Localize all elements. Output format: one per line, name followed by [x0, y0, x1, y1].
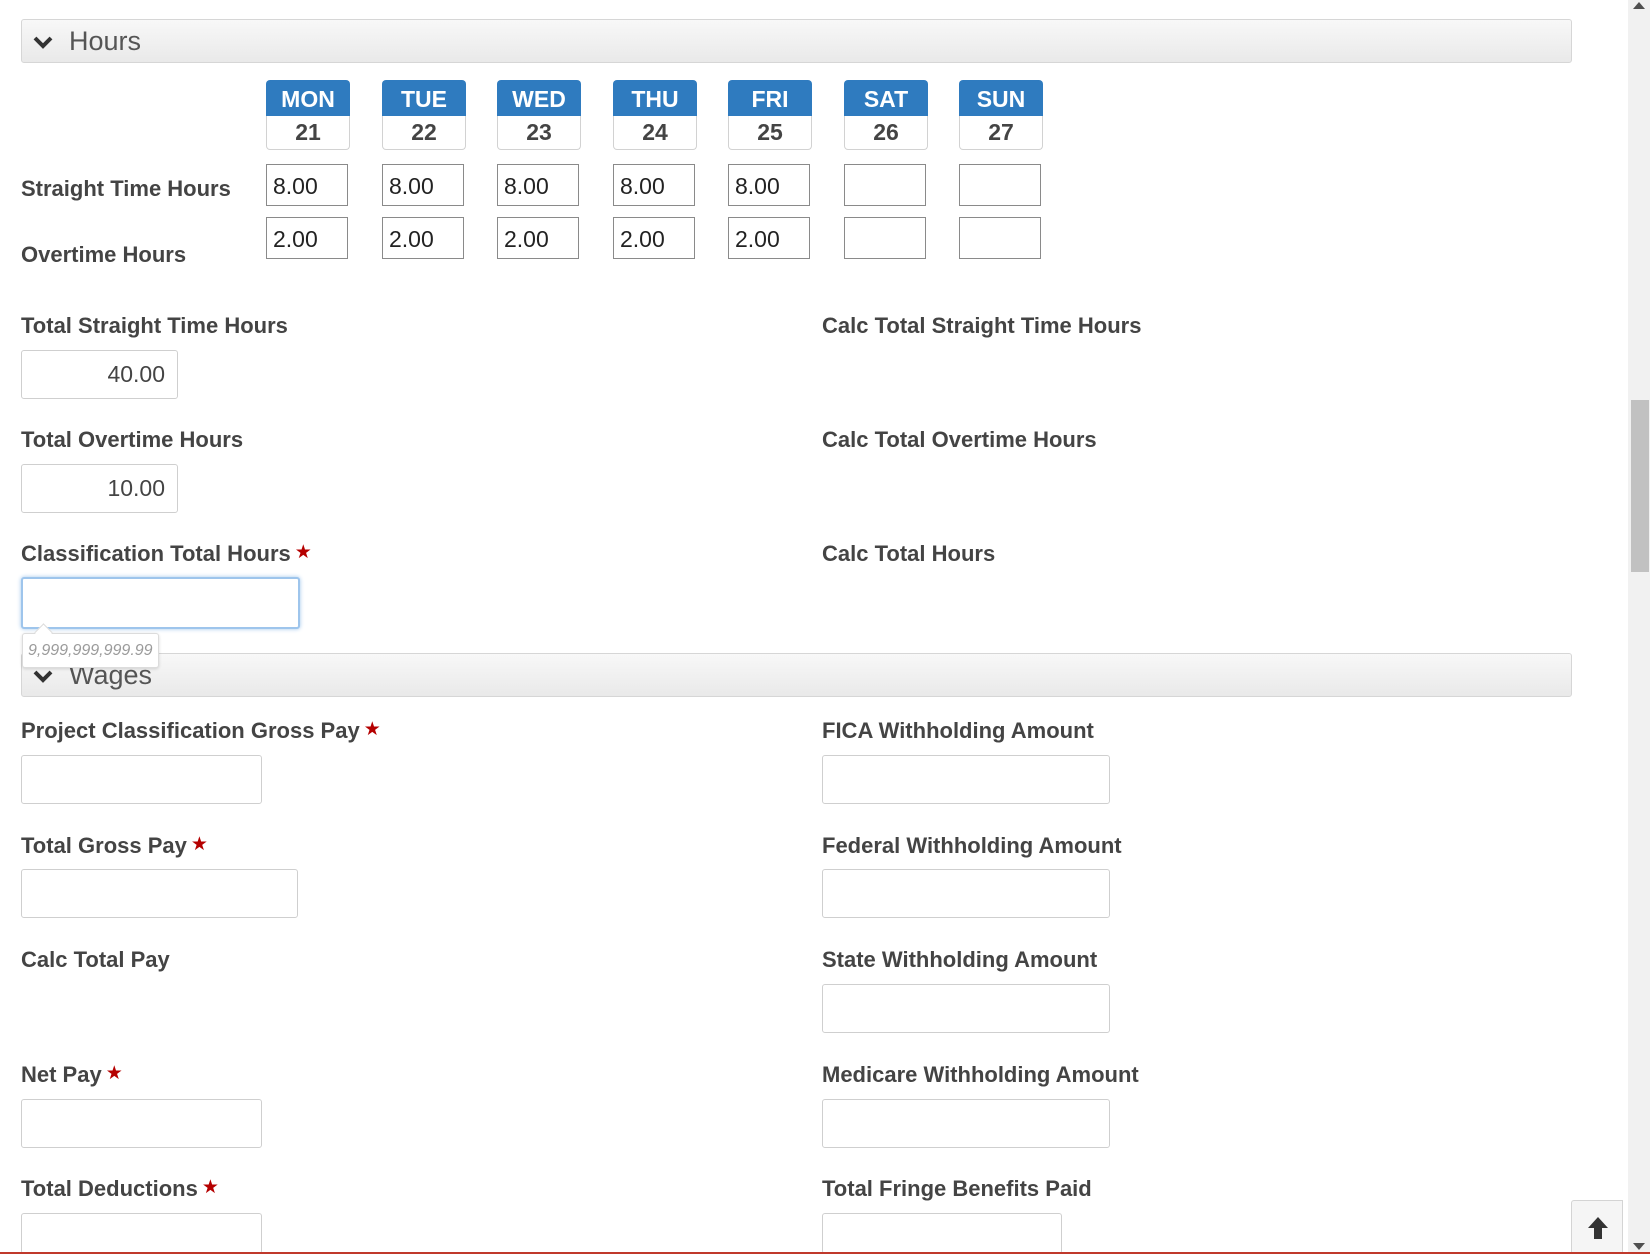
total-deductions-input[interactable]: [21, 1213, 262, 1254]
scroll-down-arrow-icon[interactable]: [1633, 1243, 1645, 1250]
calc-total-overtime-hours-label: Calc Total Overtime Hours: [822, 427, 1097, 452]
calc-total-straight-time-hours-label: Calc Total Straight Time Hours: [822, 313, 1142, 338]
total-straight-time-hours-label: Total Straight Time Hours: [21, 313, 288, 338]
day-name: SAT: [844, 80, 928, 116]
overtime-hours-thu-input[interactable]: 2.00: [613, 217, 695, 259]
required-star-icon: ★: [363, 719, 381, 740]
classification-total-hours-text: Classification Total Hours: [21, 541, 291, 566]
overtime-hours-label: Overtime Hours: [21, 242, 187, 267]
federal-withholding-amount-label: Federal Withholding Amount: [822, 833, 1122, 858]
total-overtime-hours-field[interactable]: 10.00: [21, 464, 178, 513]
day-name: FRI: [728, 80, 812, 116]
total-gross-pay-label: Total Gross Pay ★: [21, 833, 208, 859]
total-overtime-hours-label: Total Overtime Hours: [21, 427, 244, 452]
day-date: 26: [844, 116, 928, 150]
overtime-hours-sun-input[interactable]: [959, 217, 1041, 259]
state-withholding-amount-label: State Withholding Amount: [822, 947, 1098, 972]
net-pay-text: Net Pay: [21, 1062, 102, 1087]
required-star-icon: ★: [105, 1063, 123, 1084]
straight-hours-sat-input[interactable]: [844, 164, 926, 206]
straight-hours-wed-input[interactable]: 8.00: [497, 164, 579, 206]
hours-section-title: Hours: [69, 26, 142, 56]
format-hint-tooltip: 9,999,999,999.99: [22, 633, 159, 668]
required-star-icon: ★: [190, 834, 208, 855]
scroll-up-arrow-icon[interactable]: [1633, 2, 1645, 9]
medicare-withholding-amount-input[interactable]: [822, 1099, 1110, 1148]
day-name: THU: [613, 80, 697, 116]
chevron-down-icon: [33, 670, 53, 683]
total-gross-pay-text: Total Gross Pay: [21, 833, 187, 858]
straight-hours-sun-input[interactable]: [959, 164, 1041, 206]
arrow-up-icon: [1588, 1217, 1608, 1239]
day-header-wed: WED 23: [497, 80, 581, 150]
state-withholding-amount-input[interactable]: [822, 984, 1110, 1033]
total-fringe-benefits-paid-input[interactable]: [822, 1213, 1062, 1254]
overtime-hours-fri-input[interactable]: 2.00: [728, 217, 810, 259]
day-date: 27: [959, 116, 1043, 150]
chevron-down-icon: [33, 36, 53, 49]
net-pay-input[interactable]: [21, 1099, 262, 1148]
calc-total-pay-label: Calc Total Pay: [21, 947, 170, 972]
classification-total-hours-label: Classification Total Hours ★: [21, 541, 312, 567]
day-name: MON: [266, 80, 350, 116]
fica-withholding-amount-label: FICA Withholding Amount: [822, 718, 1094, 743]
fica-withholding-amount-input[interactable]: [822, 755, 1110, 804]
calc-total-hours-label: Calc Total Hours: [822, 541, 996, 566]
day-date: 24: [613, 116, 697, 150]
overtime-hours-wed-input[interactable]: 2.00: [497, 217, 579, 259]
total-straight-time-hours-field[interactable]: 40.00: [21, 350, 178, 399]
net-pay-label: Net Pay ★: [21, 1062, 123, 1088]
hours-section-header[interactable]: Hours: [21, 19, 1572, 63]
day-header-thu: THU 24: [613, 80, 697, 150]
classification-total-hours-input[interactable]: [21, 577, 300, 629]
total-deductions-text: Total Deductions: [21, 1176, 198, 1201]
straight-hours-fri-input[interactable]: 8.00: [728, 164, 810, 206]
day-name: SUN: [959, 80, 1043, 116]
scroll-to-top-button[interactable]: [1571, 1200, 1623, 1254]
vertical-scrollbar[interactable]: [1628, 0, 1650, 1254]
day-date: 23: [497, 116, 581, 150]
day-header-sun: SUN 27: [959, 80, 1043, 150]
day-date: 21: [266, 116, 350, 150]
straight-hours-tue-input[interactable]: 8.00: [382, 164, 464, 206]
day-header-tue: TUE 22: [382, 80, 466, 150]
day-header-sat: SAT 26: [844, 80, 928, 150]
required-star-icon: ★: [294, 542, 312, 563]
project-classification-gross-pay-input[interactable]: [21, 755, 262, 804]
day-name: TUE: [382, 80, 466, 116]
day-name: WED: [497, 80, 581, 116]
required-star-icon: ★: [201, 1177, 219, 1198]
total-fringe-benefits-paid-label: Total Fringe Benefits Paid: [822, 1176, 1092, 1201]
total-gross-pay-input[interactable]: [21, 869, 298, 918]
total-deductions-label: Total Deductions ★: [21, 1176, 219, 1202]
straight-hours-thu-input[interactable]: 8.00: [613, 164, 695, 206]
federal-withholding-amount-input[interactable]: [822, 869, 1110, 918]
day-header-fri: FRI 25: [728, 80, 812, 150]
day-date: 25: [728, 116, 812, 150]
medicare-withholding-amount-label: Medicare Withholding Amount: [822, 1062, 1139, 1087]
day-date: 22: [382, 116, 466, 150]
project-classification-gross-pay-label: Project Classification Gross Pay ★: [21, 718, 381, 744]
project-classification-gross-pay-text: Project Classification Gross Pay: [21, 718, 360, 743]
scrollbar-thumb[interactable]: [1631, 400, 1649, 572]
overtime-hours-sat-input[interactable]: [844, 217, 926, 259]
straight-time-hours-label: Straight Time Hours: [21, 176, 231, 201]
straight-hours-mon-input[interactable]: 8.00: [266, 164, 348, 206]
wages-section-header[interactable]: Wages: [21, 653, 1572, 697]
overtime-hours-mon-input[interactable]: 2.00: [266, 217, 348, 259]
day-header-mon: MON 21: [266, 80, 350, 150]
overtime-hours-tue-input[interactable]: 2.00: [382, 217, 464, 259]
